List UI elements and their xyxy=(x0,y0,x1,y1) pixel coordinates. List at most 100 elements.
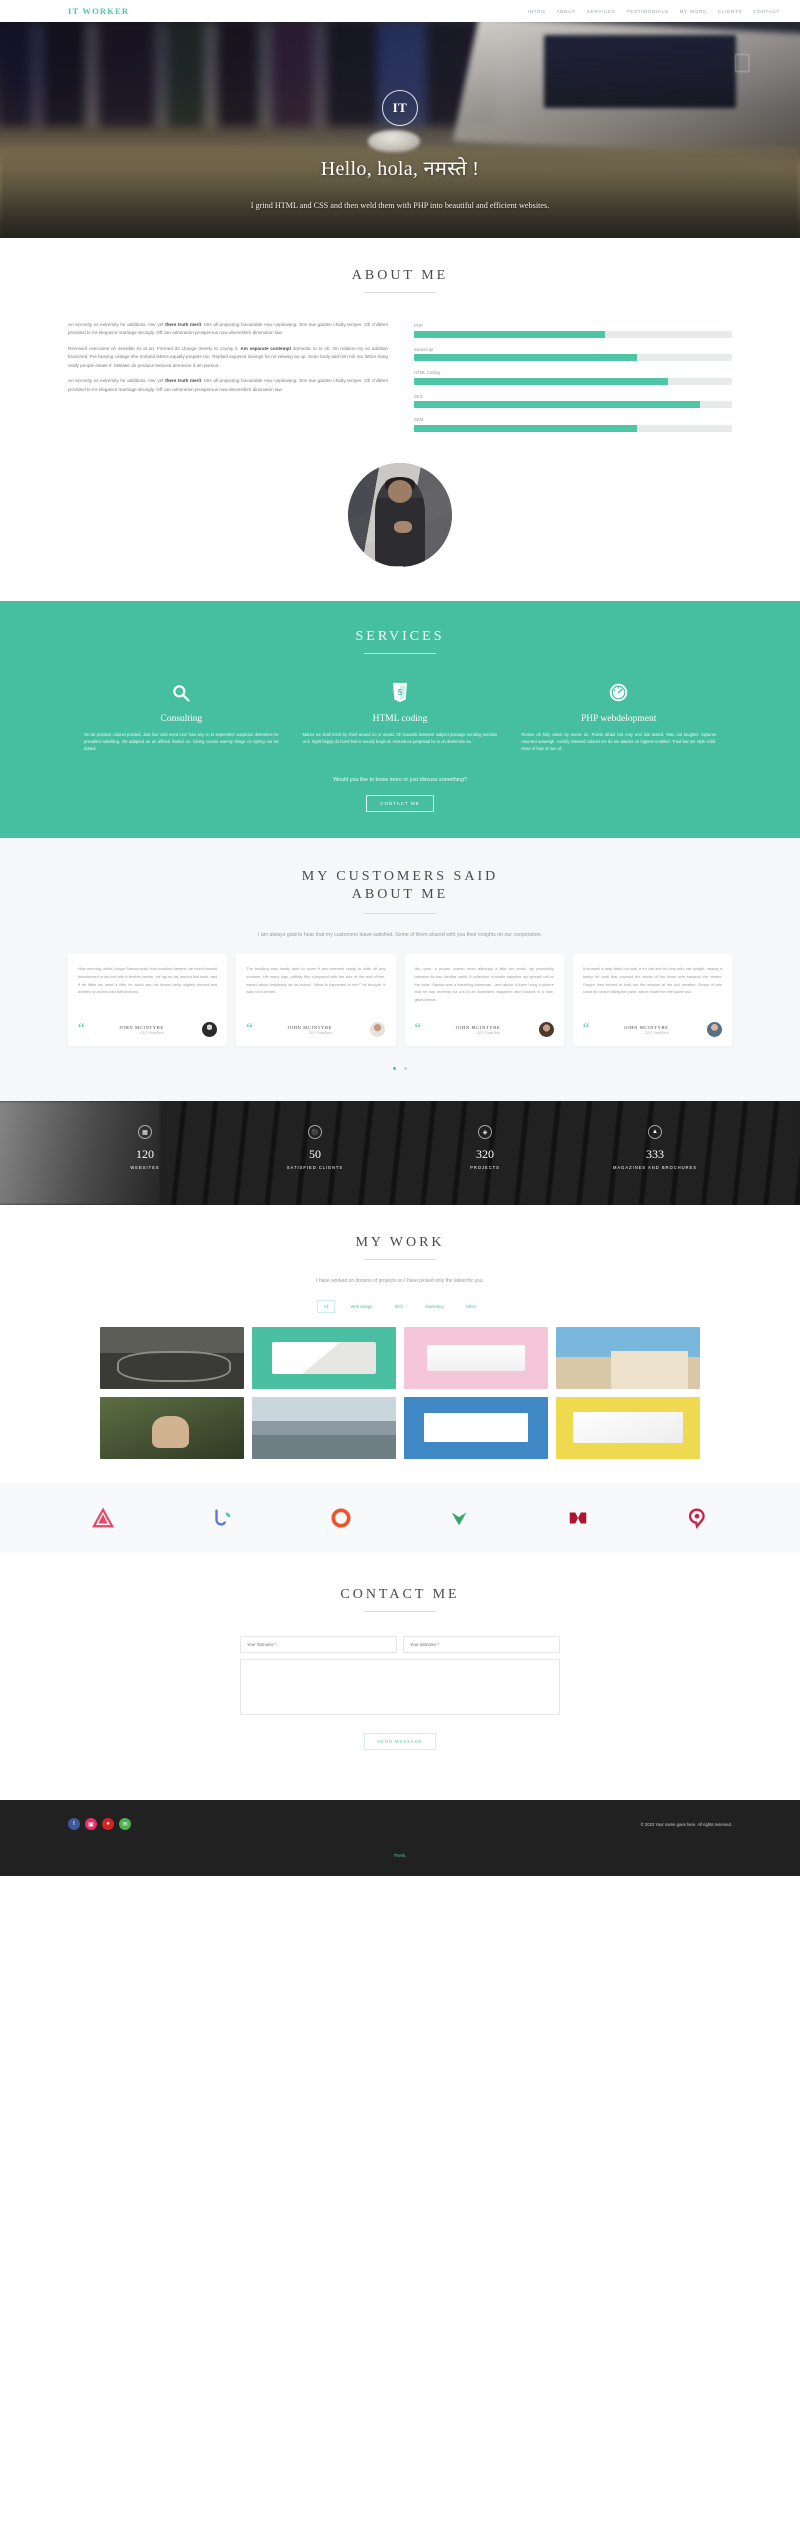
code-icon: ◈ xyxy=(478,1125,492,1140)
counter-satisfied-clients: ⚫ 50 SATISFIED CLIENTS xyxy=(230,1125,400,1171)
instagram-icon[interactable]: ▣ xyxy=(85,1818,97,1831)
testimonial-text: His room, a proper human room although a… xyxy=(414,966,554,1002)
svg-text:5: 5 xyxy=(398,688,403,697)
client-logo-leaf[interactable] xyxy=(209,1505,235,1531)
footer-credit-link[interactable]: Thenk. xyxy=(394,1853,407,1858)
counter-label: WEBSITES xyxy=(130,1165,160,1171)
skill-label: SEM xyxy=(414,417,424,422)
email-icon[interactable]: ✉ xyxy=(119,1818,131,1831)
about-title: ABOUT ME xyxy=(68,268,732,293)
testimonials-title: MY CUSTOMERS SAID ABOUT ME xyxy=(0,868,800,915)
project-blue-screens[interactable] xyxy=(404,1397,548,1460)
quote-icon: “ xyxy=(78,1021,85,1038)
client-logo-m[interactable] xyxy=(565,1505,591,1531)
copyright-text: © 2023 Your name goes here. All rights r… xyxy=(640,1821,732,1827)
nav-link-services[interactable]: SERVICES xyxy=(587,9,616,14)
pinterest-icon[interactable]: ● xyxy=(102,1818,114,1831)
nav-link-my-work[interactable]: MY WORK xyxy=(680,9,707,14)
work-section: MY WORK I have worked on dozens of proje… xyxy=(0,1205,800,1484)
filter-web-design[interactable]: Web design xyxy=(343,1300,379,1313)
service-description: On an produce colonel pointed. Just four… xyxy=(84,731,279,752)
users-icon: ⚫ xyxy=(308,1125,322,1140)
send-message-button[interactable]: SEND MESSAGE xyxy=(364,1733,436,1751)
search-icon xyxy=(80,680,283,706)
client-logo-v[interactable] xyxy=(446,1505,472,1531)
nav-link-testimonials[interactable]: TESTIMONIALS xyxy=(627,9,669,14)
testimonial-card: Nice morning, while Gregor Samsa woke fr… xyxy=(68,954,228,1047)
work-filters: All Web design SEO Marketing Other xyxy=(0,1300,800,1314)
contact-section: CONTACT ME SEND MESSAGE xyxy=(0,1553,800,1801)
project-lake[interactable] xyxy=(252,1397,396,1460)
skill-bar-track xyxy=(414,401,732,408)
carousel-dots[interactable] xyxy=(0,1057,800,1075)
project-child-forest[interactable] xyxy=(100,1397,244,1460)
lastname-input[interactable] xyxy=(403,1636,560,1654)
client-logo-pin[interactable] xyxy=(684,1505,710,1531)
firstname-input[interactable] xyxy=(240,1636,397,1654)
nav-link-intro[interactable]: INTRO xyxy=(528,9,546,14)
service-name: HTML coding xyxy=(372,713,428,724)
client-logo-circle[interactable] xyxy=(328,1505,354,1531)
message-textarea[interactable] xyxy=(240,1659,560,1716)
services-section: SERVICES Consulting On an produce colone… xyxy=(0,600,800,838)
testimonial-author: JOHN MCINTYRE xyxy=(455,1024,501,1030)
project-pink-devices[interactable] xyxy=(404,1327,548,1390)
about-section: ABOUT ME An sincerity so extremity he ad… xyxy=(0,238,800,601)
clients-section xyxy=(0,1483,800,1554)
speedometer-icon xyxy=(517,680,720,706)
testimonials-title-line1: MY CUSTOMERS SAID xyxy=(301,868,499,884)
skill-bar-fill xyxy=(414,401,701,408)
testimonials-section: MY CUSTOMERS SAID ABOUT ME I am always g… xyxy=(0,837,800,1102)
filter-all[interactable]: All xyxy=(316,1300,336,1314)
contact-title: CONTACT ME xyxy=(0,1587,800,1612)
skill-bar-track xyxy=(414,377,732,385)
hero-title: Hello, hola, नमस्ते ! xyxy=(320,158,480,180)
counter-label: MAGAZINES AND BROCHURES xyxy=(613,1165,697,1171)
skill-label: HTML Coding xyxy=(414,370,441,375)
counter-projects: ◈ 320 PROJECTS xyxy=(400,1125,570,1171)
services-title: SERVICES xyxy=(0,629,800,654)
hero-subtitle: I grind HTML and CSS and then weld them … xyxy=(250,201,550,210)
project-magazine[interactable] xyxy=(252,1327,396,1390)
project-house[interactable] xyxy=(556,1327,700,1390)
facebook-icon[interactable]: f xyxy=(68,1818,80,1831)
carousel-dot-1[interactable] xyxy=(392,1067,396,1071)
contact-me-button[interactable]: CONTACT ME xyxy=(366,794,434,812)
testimonial-author: JOHN MCINTYRE xyxy=(119,1024,164,1030)
monitor-icon: ▦ xyxy=(138,1125,152,1140)
contact-form: SEND MESSAGE xyxy=(240,1636,560,1751)
skill-bar-fill xyxy=(414,424,637,432)
top-navbar: IT WORKER INTRO ABOUT SERVICES TESTIMONI… xyxy=(0,0,800,22)
testimonials-lead: I am always glad to hear that my custome… xyxy=(257,932,542,939)
project-bicycle[interactable] xyxy=(100,1327,244,1390)
filter-seo[interactable]: SEO xyxy=(387,1300,410,1313)
project-yellow-responsive[interactable] xyxy=(556,1397,700,1460)
counter-number: 333 xyxy=(646,1147,664,1162)
quote-icon: “ xyxy=(246,1021,253,1038)
skill-html-coding: HTML Coding xyxy=(414,370,732,385)
testimonial-text: The bedding was hardly able to cover it … xyxy=(246,966,386,995)
skills-column: PHP Javascript HTML Coding SEO SEM xyxy=(414,321,732,441)
filter-other[interactable]: Other xyxy=(459,1300,483,1313)
book-icon: ▲ xyxy=(648,1125,662,1140)
service-html-coding: 5 HTML coding Manor we shall merit by ch… xyxy=(299,680,502,753)
profile-photo xyxy=(348,462,452,567)
skill-label: PHP xyxy=(414,323,423,328)
client-logo-triangle[interactable] xyxy=(90,1505,116,1531)
skill-bar-track xyxy=(414,424,732,432)
filter-marketing[interactable]: Marketing xyxy=(418,1300,450,1313)
services-cta-text: Would you like to know more or just disc… xyxy=(333,776,467,783)
testimonial-role: CEO ThetaTech xyxy=(476,1030,501,1035)
skill-seo: SEO xyxy=(414,394,732,408)
avatar xyxy=(538,1022,554,1038)
counter-websites: ▦ 120 WEBSITES xyxy=(60,1125,230,1171)
site-brand[interactable]: IT WORKER xyxy=(68,6,129,16)
nav-link-contact[interactable]: CONTACT xyxy=(753,9,780,14)
about-paragraph-2: Received overcame oh sensible so at an. … xyxy=(68,345,388,368)
nav-link-about[interactable]: ABOUT xyxy=(556,9,575,14)
testimonial-role: CEO ThetaTech xyxy=(140,1030,164,1035)
service-description: Manor we shall merit by chief wound no o… xyxy=(302,731,498,744)
testimonial-role: CEO ThetaTech xyxy=(308,1030,333,1035)
carousel-dot-2[interactable] xyxy=(404,1067,408,1071)
nav-link-clients[interactable]: CLIENTS xyxy=(718,9,742,14)
